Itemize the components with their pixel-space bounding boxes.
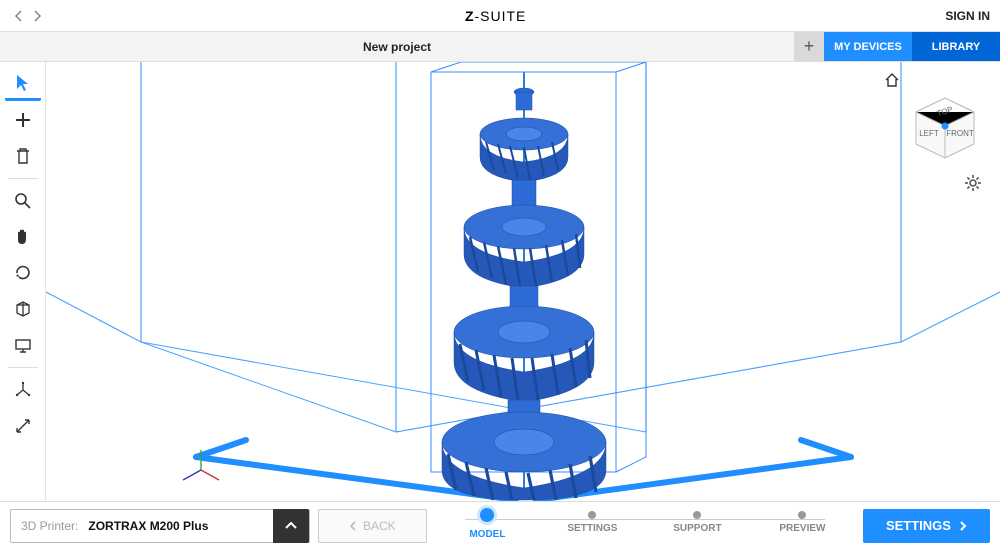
nav-back-button[interactable] <box>10 7 28 25</box>
printer-selector[interactable]: 3D Printer: ZORTRAX M200 Plus <box>10 509 310 543</box>
app-title: Z-SUITE <box>46 8 945 24</box>
move-tool[interactable] <box>5 373 41 407</box>
back-button-label: BACK <box>363 519 396 533</box>
pan-tool[interactable] <box>5 220 41 254</box>
presentation-tool[interactable] <box>5 328 41 362</box>
settings-button-label: SETTINGS <box>886 518 951 533</box>
step-settings[interactable]: SETTINGS <box>540 511 645 540</box>
library-tab[interactable]: LIBRARY <box>912 32 1000 61</box>
app-title-suffix: -SUITE <box>475 8 527 24</box>
settings-next-button[interactable]: SETTINGS <box>863 509 990 543</box>
step-support[interactable]: SUPPORT <box>645 511 750 540</box>
my-devices-tab[interactable]: MY DEVICES <box>824 32 912 61</box>
step-model[interactable]: MODEL <box>435 511 540 540</box>
rotate-tool[interactable] <box>5 256 41 290</box>
viewport-3d[interactable]: TOP LEFT FRONT <box>46 62 1000 501</box>
home-view-button[interactable] <box>884 72 900 93</box>
step-preview[interactable]: PREVIEW <box>750 511 855 540</box>
viewport-settings-button[interactable] <box>964 174 982 197</box>
add-tool[interactable] <box>5 103 41 137</box>
printer-dropdown-toggle[interactable] <box>273 509 309 543</box>
cube-view-tool[interactable] <box>5 292 41 326</box>
delete-tool[interactable] <box>5 139 41 173</box>
back-button[interactable]: BACK <box>318 509 427 543</box>
sign-in-button[interactable]: SIGN IN <box>945 9 990 23</box>
project-tab[interactable]: New project <box>0 32 794 61</box>
printer-label: 3D Printer: <box>11 519 88 533</box>
scene-render <box>46 62 1000 501</box>
view-cube[interactable]: TOP LEFT FRONT <box>908 92 982 166</box>
chevron-left-icon <box>349 521 357 531</box>
viewcube-left-label: LEFT <box>919 129 939 138</box>
scale-tool[interactable] <box>5 409 41 443</box>
viewcube-front-label: FRONT <box>946 129 974 138</box>
printer-value: ZORTRAX M200 Plus <box>88 519 208 533</box>
add-tab-button[interactable]: + <box>794 32 824 61</box>
app-title-prefix: Z <box>465 8 475 24</box>
select-tool[interactable] <box>5 67 41 101</box>
chevron-right-icon <box>959 521 967 531</box>
workflow-stepper: MODEL SETTINGS SUPPORT PREVIEW <box>435 509 855 543</box>
zoom-tool[interactable] <box>5 184 41 218</box>
left-toolbar <box>0 62 46 501</box>
nav-forward-button[interactable] <box>28 7 46 25</box>
